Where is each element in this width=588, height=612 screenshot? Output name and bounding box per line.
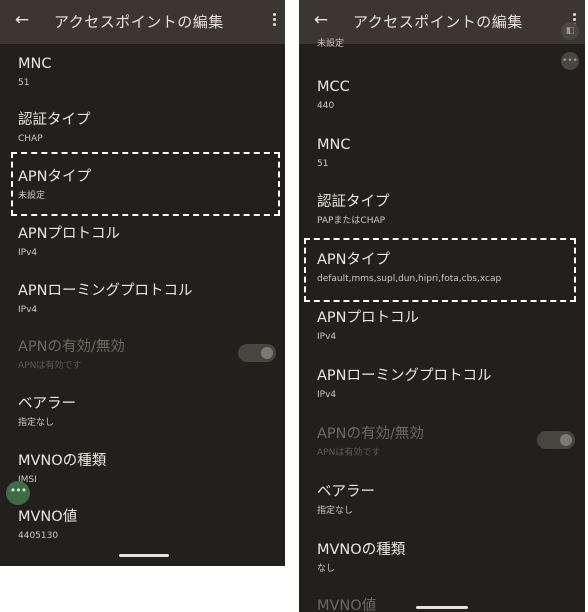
apn-enable-toggle: [537, 431, 575, 449]
page-title: アクセスポイントの編集: [54, 13, 224, 31]
setting-item-cut: 未設定: [317, 38, 573, 50]
setting-summary: IMSI: [18, 475, 37, 485]
setting-title: MVNOの種類: [18, 453, 107, 469]
right-screen: ← アクセスポイントの編集 ◧ ••• 未設定 MCC 440 MNC 51 認…: [299, 0, 585, 612]
arrow-back-icon[interactable]: ←: [309, 8, 333, 32]
app-bar: ← アクセスポイントの編集: [0, 0, 285, 44]
setting-item-apn-roaming-protocol[interactable]: APNローミングプロトコル IPv4: [317, 367, 573, 401]
highlight-box: [11, 152, 280, 216]
setting-summary: IPv4: [18, 248, 38, 258]
left-screen: ← アクセスポイントの編集 MNC 51 認証タイプ CHAP APNタイプ 未…: [0, 0, 285, 566]
setting-summary: 51: [317, 159, 329, 169]
setting-title: APNローミングプロトコル: [18, 283, 193, 299]
setting-summary: CHAP: [18, 134, 43, 144]
setting-summary: なし: [317, 564, 336, 574]
setting-title: APNローミングプロトコル: [317, 368, 492, 384]
setting-summary: PAPまたはCHAP: [317, 216, 386, 226]
setting-summary: 指定なし: [317, 506, 354, 516]
setting-summary: 未設定: [317, 39, 345, 49]
overlay-dots-icon[interactable]: •••: [561, 52, 579, 70]
setting-title: 認証タイプ: [317, 194, 390, 210]
setting-item-mvno-type[interactable]: MVNOの種類 IMSI: [18, 452, 273, 486]
setting-item-mnc[interactable]: MNC 51: [317, 136, 573, 170]
setting-title: MVNO値: [18, 509, 78, 525]
setting-item-apn-protocol[interactable]: APNプロトコル IPv4: [18, 225, 273, 259]
setting-summary: IPv4: [317, 332, 337, 342]
setting-title: MCC: [317, 79, 350, 95]
setting-title: ベアラー: [317, 484, 375, 500]
setting-item-mnc[interactable]: MNC 51: [18, 55, 273, 89]
highlight-box: [304, 238, 576, 302]
setting-item-auth-type[interactable]: 認証タイプ CHAP: [18, 111, 273, 145]
setting-item-apn-enable: APNの有効/無効 APNは有効です: [317, 425, 573, 459]
arrow-back-icon[interactable]: ←: [10, 8, 34, 32]
setting-title: 認証タイプ: [18, 112, 91, 128]
setting-summary: 51: [18, 78, 30, 88]
setting-item-apn-roaming-protocol[interactable]: APNローミングプロトコル IPv4: [18, 282, 273, 316]
apn-enable-toggle: [238, 344, 276, 362]
setting-title: ベアラー: [18, 396, 76, 412]
setting-item-auth-type[interactable]: 認証タイプ PAPまたはCHAP: [317, 193, 573, 227]
setting-item-apn-protocol[interactable]: APNプロトコル IPv4: [317, 309, 573, 343]
setting-summary: IPv4: [317, 390, 337, 400]
floating-dots-icon[interactable]: •••: [6, 481, 30, 505]
setting-title: APNプロトコル: [317, 310, 420, 326]
page-title: アクセスポイントの編集: [353, 13, 523, 31]
setting-item-mvno-value[interactable]: MVNO値 4405130: [18, 508, 273, 542]
setting-title: MNC: [317, 137, 351, 153]
setting-title: MVNO値: [317, 598, 377, 612]
setting-summary: APNは有効です: [317, 448, 381, 458]
setting-item-bearer[interactable]: ベアラー 指定なし: [18, 395, 273, 429]
more-vert-icon[interactable]: [269, 11, 279, 31]
setting-title: APNプロトコル: [18, 226, 121, 242]
setting-item-mvno-type[interactable]: MVNOの種類 なし: [317, 541, 573, 575]
setting-summary: 440: [317, 101, 335, 111]
setting-item-mvno-value[interactable]: MVNO値: [317, 597, 573, 612]
gesture-nav-bar[interactable]: [416, 606, 468, 609]
setting-title: MVNOの種類: [317, 542, 406, 558]
setting-summary: 4405130: [18, 531, 59, 541]
setting-title: MNC: [18, 56, 52, 72]
setting-summary: 指定なし: [18, 418, 55, 428]
setting-summary: APNは有効です: [18, 361, 82, 371]
setting-summary: IPv4: [18, 305, 38, 315]
setting-title: APNの有効/無効: [18, 339, 125, 355]
setting-title: APNの有効/無効: [317, 426, 424, 442]
setting-item-bearer[interactable]: ベアラー 指定なし: [317, 483, 573, 517]
setting-item-apn-enable: APNの有効/無効 APNは有効です: [18, 338, 273, 372]
gesture-nav-bar[interactable]: [119, 554, 169, 557]
setting-item-mcc[interactable]: MCC 440: [317, 78, 573, 112]
